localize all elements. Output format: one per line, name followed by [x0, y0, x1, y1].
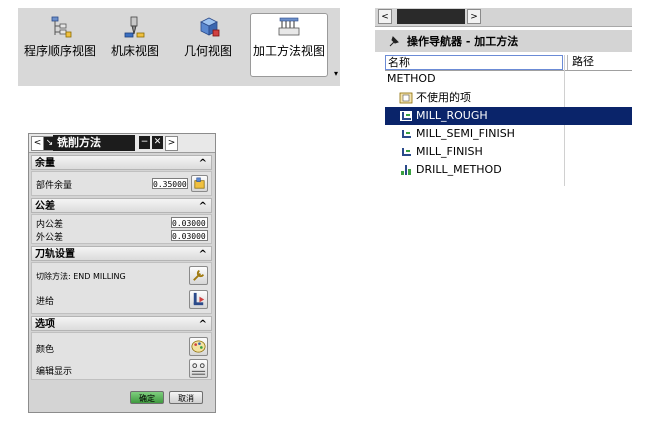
column-header-path[interactable]: 路径: [567, 55, 632, 70]
dialog-title-bar: < ↘ 铣削方法 − ✕ >: [29, 134, 215, 153]
tool-path-section-header[interactable]: 刀轨设置 ^: [31, 246, 212, 261]
minimize-button[interactable]: −: [139, 136, 150, 149]
tree-root-label: METHOD: [387, 72, 436, 85]
machining-method-view-icon: [278, 17, 300, 36]
outtol-label: 外公差: [36, 233, 64, 243]
scroll-right-button[interactable]: >: [467, 9, 481, 24]
dialog-title: 铣削方法: [53, 135, 135, 151]
tree-item-label: 不使用的项: [416, 91, 471, 104]
unused-items-icon: [399, 92, 413, 104]
toolbar-dropdown-arrow[interactable]: ▾: [334, 69, 338, 78]
feeds-label: 进给: [36, 297, 55, 307]
mill-method-dialog: < ↘ 铣削方法 − ✕ > 余量 ^ 部件余量 0.35000 公差 ^ 内公…: [28, 133, 216, 413]
operation-navigator: < > 操作导航器 - 加工方法 名称 路径 METHOD 不使用的项 MILL…: [375, 8, 632, 186]
chevron-up-icon[interactable]: ^: [199, 199, 207, 214]
tree-item-drill-method[interactable]: DRILL_METHOD: [385, 161, 632, 179]
stock-options-button[interactable]: [191, 175, 208, 192]
tolerance-section-title: 公差: [35, 201, 55, 212]
program-order-view-button[interactable]: 程序顺序视图: [22, 14, 98, 74]
feeds-button[interactable]: [189, 290, 208, 309]
mill-method-icon: [402, 148, 411, 156]
column-header-name[interactable]: 名称: [385, 55, 563, 70]
geometry-view-label: 几何视图: [183, 44, 232, 58]
tree-item-label: DRILL_METHOD: [416, 163, 502, 176]
part-stock-label: 部件余量: [36, 181, 73, 191]
pin-icon[interactable]: [387, 35, 400, 48]
tool-path-section-body: 切除方法: END MILLING 进给: [31, 262, 212, 314]
intol-input[interactable]: 0.03000: [171, 217, 208, 228]
tree-root-method[interactable]: METHOD: [385, 70, 632, 88]
tree-item-mill-semi-finish[interactable]: MILL_SEMI_FINISH: [385, 125, 632, 143]
color-label: 颜色: [36, 345, 55, 355]
chevron-up-icon[interactable]: ^: [199, 156, 207, 171]
mill-method-icon: [402, 130, 411, 138]
feeds-speeds-icon: [193, 292, 205, 306]
navigator-title: 操作导航器 - 加工方法: [407, 35, 519, 48]
tree-item-mill-rough[interactable]: MILL_ROUGH: [385, 107, 632, 125]
geometry-view-icon: [200, 17, 220, 37]
chevron-up-icon[interactable]: ^: [199, 247, 207, 262]
stock-section-header[interactable]: 余量 ^: [31, 155, 212, 170]
tolerance-section-body: 内公差 0.03000 外公差 0.03000: [31, 214, 212, 244]
navigator-scrollbar[interactable]: < >: [375, 8, 632, 27]
cut-method-button[interactable]: [189, 266, 208, 285]
navigator-header: 操作导航器 - 加工方法: [375, 30, 632, 52]
options-section-header[interactable]: 选项 ^: [31, 316, 212, 331]
close-button[interactable]: ✕: [152, 136, 163, 149]
dialog-next-button[interactable]: >: [165, 136, 178, 151]
machine-tool-view-icon: [124, 16, 145, 38]
tool-path-section-title: 刀轨设置: [35, 249, 75, 260]
scroll-thumb[interactable]: [397, 9, 465, 24]
tolerance-section-header[interactable]: 公差 ^: [31, 198, 212, 213]
cancel-button[interactable]: 取消: [169, 391, 203, 404]
tree-item-mill-finish[interactable]: MILL_FINISH: [385, 143, 632, 161]
ok-button[interactable]: 确定: [130, 391, 164, 404]
chevron-up-icon[interactable]: ^: [199, 317, 207, 332]
color-button[interactable]: [189, 337, 208, 356]
cut-method-label: 切除方法: END MILLING: [36, 272, 126, 281]
outtol-input[interactable]: 0.03000: [171, 230, 208, 241]
machine-tool-view-button[interactable]: 机床视图: [106, 14, 164, 74]
view-toolbar: 程序顺序视图 机床视图 几何视图 加工方法视图 ▾: [18, 8, 340, 86]
tree-item-unused[interactable]: 不使用的项: [385, 89, 632, 107]
options-section-title: 选项: [35, 319, 55, 330]
machining-method-view-label: 加工方法视图: [252, 44, 325, 58]
edit-display-icon: [191, 363, 206, 375]
stock-section-title: 余量: [35, 158, 55, 169]
color-palette-icon: [191, 340, 206, 353]
stock-options-icon: [194, 177, 205, 189]
stock-section-body: 部件余量 0.35000: [31, 171, 212, 196]
scroll-left-button[interactable]: <: [378, 9, 392, 24]
drill-method-icon: [401, 165, 411, 175]
intol-label: 内公差: [36, 220, 64, 230]
mill-method-icon: [400, 111, 412, 121]
edit-display-label: 编辑显示: [36, 367, 73, 377]
program-order-view-icon: [51, 16, 72, 38]
machine-tool-view-label: 机床视图: [110, 44, 159, 58]
program-order-view-label: 程序顺序视图: [23, 44, 96, 58]
geometry-view-button[interactable]: 几何视图: [178, 14, 238, 74]
tree-item-label: MILL_FINISH: [416, 145, 483, 158]
edit-display-button[interactable]: [189, 359, 208, 378]
part-stock-input[interactable]: 0.35000: [152, 178, 188, 189]
navigator-column-headers: 名称 路径: [385, 55, 632, 71]
tree-item-label: MILL_SEMI_FINISH: [416, 127, 515, 140]
machining-method-view-button[interactable]: 加工方法视图: [250, 13, 328, 77]
wrench-icon: [193, 269, 205, 281]
tree-item-label: MILL_ROUGH: [416, 109, 488, 122]
options-section-body: 颜色 编辑显示: [31, 332, 212, 380]
